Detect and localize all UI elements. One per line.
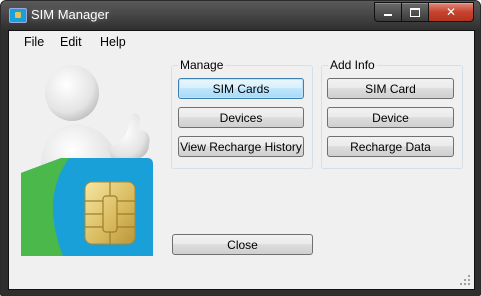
- close-button[interactable]: Close: [172, 234, 313, 255]
- add-recharge-data-button[interactable]: Recharge Data: [327, 136, 454, 157]
- title-bar[interactable]: SIM Manager ✕: [1, 1, 480, 30]
- menu-bar: File Edit Help: [9, 31, 474, 53]
- add-device-button[interactable]: Device: [327, 107, 454, 128]
- menu-help[interactable]: Help: [100, 35, 126, 49]
- maximize-button[interactable]: [402, 2, 429, 22]
- view-recharge-history-button[interactable]: View Recharge History: [178, 136, 304, 157]
- menu-edit[interactable]: Edit: [60, 35, 82, 49]
- close-icon: ✕: [445, 5, 457, 19]
- menu-file[interactable]: File: [24, 35, 44, 49]
- sim-cards-button[interactable]: SIM Cards: [178, 78, 304, 99]
- minimize-button[interactable]: [374, 2, 402, 22]
- caption-buttons: ✕: [374, 2, 474, 22]
- sim-card-icon: [9, 8, 27, 23]
- person-thumbs-up-with-sim-card-illustration: [21, 65, 153, 256]
- window: SIM Manager ✕ File Edit Help Manage SIM …: [0, 0, 481, 296]
- minimize-icon: [384, 14, 392, 16]
- close-window-button[interactable]: ✕: [429, 2, 474, 22]
- add-sim-card-button[interactable]: SIM Card: [327, 78, 454, 99]
- resize-grip-icon[interactable]: [459, 274, 471, 286]
- devices-button[interactable]: Devices: [178, 107, 304, 128]
- client-area: File Edit Help Manage SIM Cards Devices …: [8, 30, 475, 290]
- add-info-group-label: Add Info: [328, 58, 377, 72]
- manage-group-label: Manage: [178, 58, 226, 72]
- window-title: SIM Manager: [31, 7, 110, 22]
- maximize-icon: [410, 7, 420, 17]
